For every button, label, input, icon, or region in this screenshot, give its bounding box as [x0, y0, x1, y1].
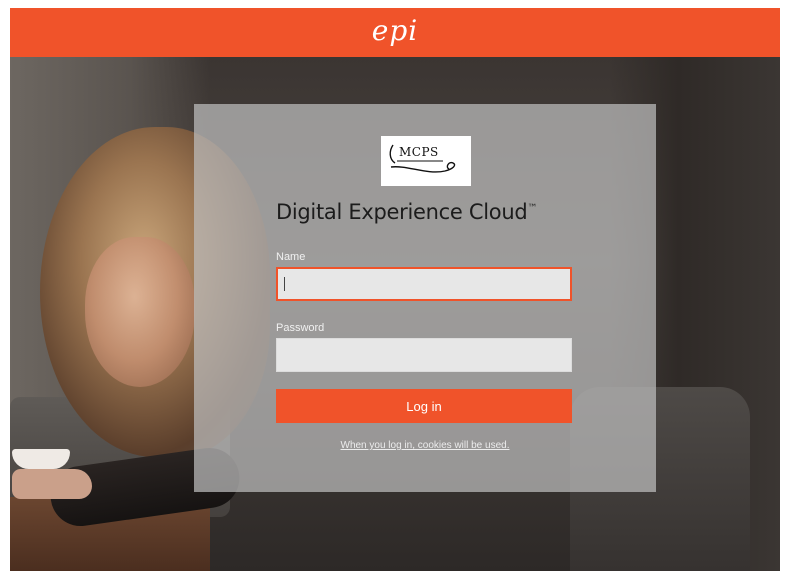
login-button[interactable]: Log in: [276, 389, 572, 423]
name-label: Name: [276, 251, 306, 263]
mcps-logo-text: MCPS: [399, 145, 439, 159]
trademark-mark: ™: [527, 203, 538, 214]
page-title: Digital Experience Cloud™: [276, 200, 537, 224]
name-input[interactable]: [276, 267, 572, 301]
password-input[interactable]: [276, 338, 572, 372]
text-caret: [284, 277, 285, 291]
client-logo: MCPS: [381, 136, 471, 186]
mcps-logo-mark: MCPS: [387, 141, 465, 181]
epi-brand-logo: epi: [371, 13, 419, 47]
background-person-face: [85, 237, 195, 387]
login-panel: MCPS Digital Experience Cloud™ Name Pass…: [194, 104, 656, 492]
cookie-notice-link[interactable]: When you log in, cookies will be used.: [194, 440, 656, 451]
background-cup: [12, 449, 70, 469]
page-title-text: Digital Experience Cloud: [276, 200, 528, 224]
app-frame: epi MCPS Digital Experience Cloud™ Name: [10, 8, 780, 571]
background-person-hand: [12, 469, 92, 499]
top-bar: epi: [10, 8, 780, 57]
password-label: Password: [276, 322, 325, 334]
